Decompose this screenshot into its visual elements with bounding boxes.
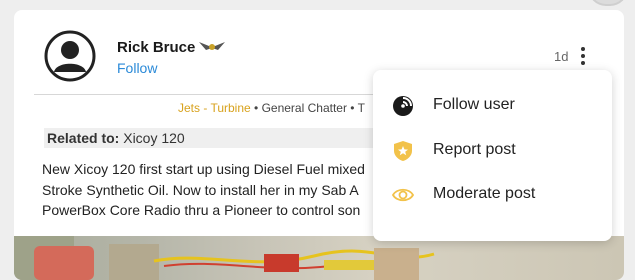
menu-item-label: Follow user <box>433 96 515 113</box>
category-link-tertiary[interactable]: T <box>358 101 365 115</box>
post-age: 1d <box>554 49 569 64</box>
follow-link[interactable]: Follow <box>117 60 157 76</box>
post-photo-image <box>14 236 435 280</box>
menu-item-label: Report post <box>433 141 516 158</box>
post-body-line: PowerBox Core Radio thru a Pioneer to co… <box>42 202 361 218</box>
post-photo[interactable] <box>14 236 624 280</box>
related-value[interactable]: Xicoy 120 <box>119 130 185 146</box>
author-name[interactable]: Rick Bruce <box>117 39 195 56</box>
category-link-secondary[interactable]: General Chatter <box>262 101 347 115</box>
menu-item-moderate-post[interactable]: Moderate post <box>373 176 612 214</box>
related-label: Related to: <box>47 130 120 146</box>
post-body: New Xicoy 120 first start up using Diese… <box>42 159 402 221</box>
follow-user-icon <box>393 96 413 116</box>
shield-star-icon <box>394 141 412 161</box>
category-link-primary[interactable]: Jets - Turbine <box>178 101 251 115</box>
more-options-icon[interactable] <box>575 45 591 67</box>
related-to-bar: Related to: Xicoy 120 <box>44 128 407 148</box>
category-separator: • <box>250 101 262 115</box>
post-body-line: New Xicoy 120 first start up using Diese… <box>42 161 365 177</box>
user-avatar-corner[interactable] <box>588 0 628 6</box>
post-options-menu: Follow user Report post Moderate post <box>373 70 612 241</box>
post-body-line: Stroke Synthetic Oil. Now to install her… <box>42 181 359 198</box>
menu-item-report-post[interactable]: Report post <box>373 132 612 170</box>
author-avatar-icon[interactable] <box>44 30 96 82</box>
wings-badge-icon <box>199 42 225 50</box>
menu-item-label: Moderate post <box>433 185 536 202</box>
menu-item-follow-user[interactable]: Follow user <box>373 87 612 125</box>
category-separator: • <box>346 101 358 115</box>
category-breadcrumb: Jets - Turbine • General Chatter • T <box>178 101 365 115</box>
eye-icon <box>392 188 414 202</box>
